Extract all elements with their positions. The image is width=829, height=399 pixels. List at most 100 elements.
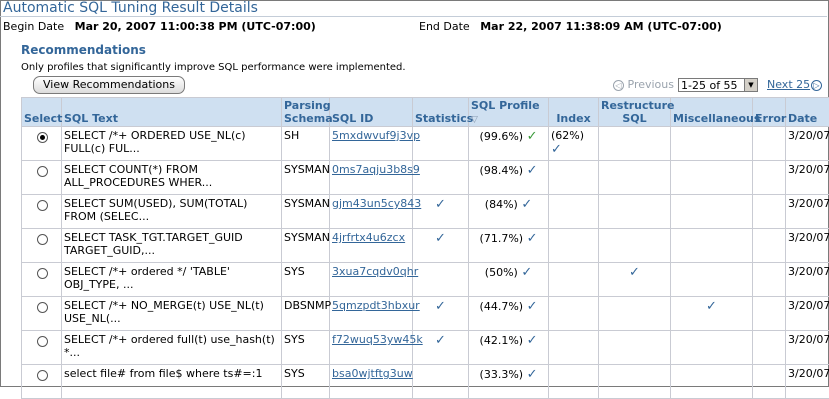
select-cell[interactable] bbox=[22, 263, 62, 297]
checkmark-icon: ✓ bbox=[527, 163, 538, 178]
sql-id-cell: 5qmzpdt3hbxur bbox=[330, 297, 413, 331]
miscellaneous-cell bbox=[671, 161, 753, 195]
sql-id-link[interactable]: bsa0wjtftg3uw bbox=[332, 367, 413, 380]
sql-id-link[interactable]: 4jrfrtx4u6zcx bbox=[332, 231, 405, 244]
error-cell bbox=[753, 229, 786, 263]
parsing-schema-cell: SYSMAN bbox=[282, 229, 330, 263]
statistics-cell: ✓ bbox=[413, 229, 469, 263]
sql-id-link[interactable]: 5mxdwvuf9j3vp bbox=[332, 129, 420, 142]
parsing-schema-cell: DBSNMP bbox=[282, 297, 330, 331]
next-link[interactable]: Next 25 bbox=[767, 78, 810, 91]
checkmark-icon: ✓ bbox=[435, 197, 446, 212]
col-date[interactable]: Date bbox=[786, 98, 829, 127]
col-error[interactable]: Error bbox=[753, 98, 786, 127]
select-cell[interactable] bbox=[22, 297, 62, 331]
miscellaneous-cell bbox=[671, 127, 753, 161]
sql-text-cell: SELECT /*+ ordered full(t) use_hash(t) *… bbox=[62, 331, 282, 365]
parsing-schema-cell: SYSMAN bbox=[282, 161, 330, 195]
select-radio[interactable] bbox=[37, 370, 48, 381]
sql-text-cell: SELECT /*+ ordered */ 'TABLE' OBJ_TYPE, … bbox=[62, 263, 282, 297]
miscellaneous-cell bbox=[671, 263, 753, 297]
index-cell bbox=[549, 297, 599, 331]
sql-text-cell: SELECT COUNT(*) FROM ALL_PROCEDURES WHER… bbox=[62, 161, 282, 195]
select-cell[interactable] bbox=[22, 229, 62, 263]
end-date: End Date Mar 22, 2007 11:38:09 AM (UTC-0… bbox=[419, 20, 722, 33]
error-cell bbox=[753, 195, 786, 229]
sql-text-cell: SELECT SUM(USED), SUM(TOTAL) FROM (SELEC… bbox=[62, 195, 282, 229]
select-cell[interactable] bbox=[22, 161, 62, 195]
restructure-cell: ✓ bbox=[599, 263, 671, 297]
date-cell: 3/20/07 bbox=[786, 195, 829, 229]
sort-desc-icon: ▽ bbox=[471, 115, 478, 125]
miscellaneous-cell bbox=[671, 229, 753, 263]
restructure-cell bbox=[599, 161, 671, 195]
page-range-value: 1-25 of 55 bbox=[681, 79, 738, 92]
select-radio[interactable] bbox=[37, 268, 48, 279]
table-row: SELECT /*+ ordered full(t) use_hash(t) *… bbox=[22, 331, 829, 365]
miscellaneous-cell: ✓ bbox=[671, 297, 753, 331]
table-row: SELECT TASK_TGT.TARGET_GUID TARGET_GUID,… bbox=[22, 229, 829, 263]
checkmark-icon: ✓ bbox=[527, 367, 538, 382]
col-sql-text[interactable]: SQL Text bbox=[62, 98, 282, 127]
checkmark-icon: ✓ bbox=[706, 299, 717, 314]
next-icon[interactable]: ▷ bbox=[811, 78, 822, 91]
col-sql-profile[interactable]: SQL Profile ▽ bbox=[469, 98, 549, 127]
error-cell bbox=[753, 161, 786, 195]
statistics-cell bbox=[413, 263, 469, 297]
date-cell: 3/20/07 bbox=[786, 127, 829, 161]
index-cell bbox=[549, 365, 599, 399]
col-statistics[interactable]: Statistics bbox=[413, 98, 469, 127]
index-cell bbox=[549, 195, 599, 229]
end-date-value: Mar 22, 2007 11:38:09 AM (UTC-07:00) bbox=[480, 20, 722, 33]
page-title: Automatic SQL Tuning Result Details bbox=[3, 0, 258, 16]
view-recommendations-button[interactable]: View Recommendations bbox=[33, 76, 185, 94]
select-radio[interactable] bbox=[37, 234, 48, 245]
error-cell bbox=[753, 127, 786, 161]
select-cell[interactable] bbox=[22, 195, 62, 229]
sql-id-cell: bsa0wjtftg3uw bbox=[330, 365, 413, 399]
select-radio[interactable] bbox=[37, 200, 48, 211]
restructure-cell bbox=[599, 297, 671, 331]
chevron-down-icon[interactable]: ▼ bbox=[744, 79, 757, 91]
col-index[interactable]: Index bbox=[549, 98, 599, 127]
error-cell bbox=[753, 365, 786, 399]
sql-id-link[interactable]: 0ms7aqju3b8s9 bbox=[332, 163, 420, 176]
select-radio[interactable] bbox=[37, 302, 48, 313]
date-cell: 3/20/07 bbox=[786, 161, 829, 195]
select-radio[interactable] bbox=[37, 166, 48, 177]
restructure-cell bbox=[599, 331, 671, 365]
parsing-schema-cell: SH bbox=[282, 127, 330, 161]
sql-profile-cell: (71.7%) ✓ bbox=[469, 229, 549, 263]
begin-date-value: Mar 20, 2007 11:00:38 PM (UTC-07:00) bbox=[75, 20, 316, 33]
col-select: Select bbox=[22, 98, 62, 127]
error-cell bbox=[753, 263, 786, 297]
sql-id-link[interactable]: f72wuq53yw45k bbox=[332, 333, 423, 346]
checkmark-icon: ✓ bbox=[521, 265, 532, 280]
sql-id-cell: gjm43un5cy843 bbox=[330, 195, 413, 229]
sql-id-link[interactable]: gjm43un5cy843 bbox=[332, 197, 421, 210]
index-cell bbox=[549, 229, 599, 263]
col-miscellaneous[interactable]: Miscellaneous bbox=[671, 98, 753, 127]
statistics-cell bbox=[413, 161, 469, 195]
col-sql-id[interactable]: SQL ID bbox=[330, 98, 413, 127]
miscellaneous-cell bbox=[671, 331, 753, 365]
restructure-cell bbox=[599, 365, 671, 399]
select-cell[interactable] bbox=[22, 127, 62, 161]
page-range-select[interactable]: 1-25 of 55 ▼ bbox=[678, 78, 758, 92]
select-cell[interactable] bbox=[22, 365, 62, 399]
select-radio[interactable] bbox=[37, 132, 48, 143]
sql-id-cell: 0ms7aqju3b8s9 bbox=[330, 161, 413, 195]
sql-profile-cell: (50%) ✓ bbox=[469, 263, 549, 297]
sql-profile-cell: (44.7%) ✓ bbox=[469, 297, 549, 331]
previous-label: Previous bbox=[628, 78, 675, 91]
table-row: SELECT /*+ ordered */ 'TABLE' OBJ_TYPE, … bbox=[22, 263, 829, 297]
table-row: SELECT COUNT(*) FROM ALL_PROCEDURES WHER… bbox=[22, 161, 829, 195]
restructure-cell bbox=[599, 195, 671, 229]
col-parsing-schema[interactable]: Parsing Schema bbox=[282, 98, 330, 127]
sql-id-link[interactable]: 5qmzpdt3hbxur bbox=[332, 299, 420, 312]
col-restructure-sql[interactable]: Restructure SQL bbox=[599, 98, 671, 127]
select-cell[interactable] bbox=[22, 331, 62, 365]
select-radio[interactable] bbox=[37, 336, 48, 347]
sql-id-link[interactable]: 3xua7cqdv0qhr bbox=[332, 265, 418, 278]
sql-id-cell: 5mxdwvuf9j3vp bbox=[330, 127, 413, 161]
